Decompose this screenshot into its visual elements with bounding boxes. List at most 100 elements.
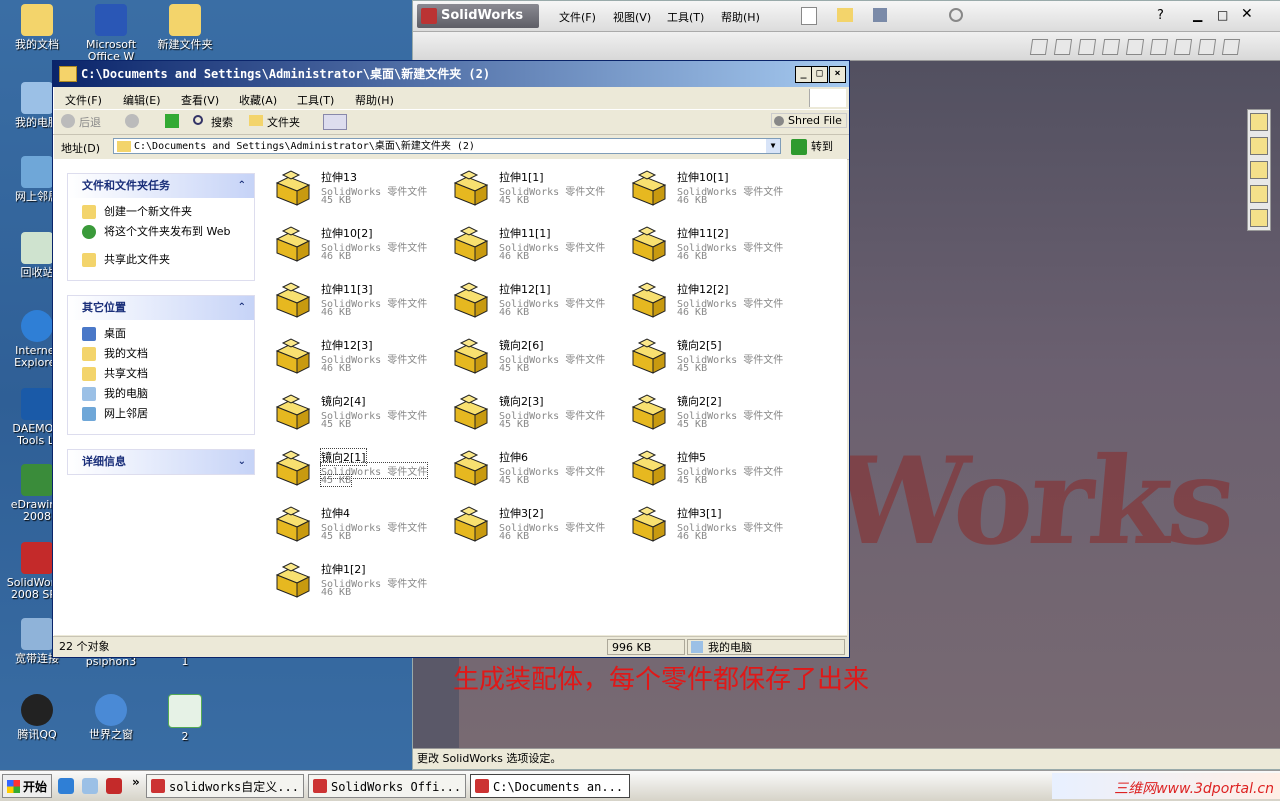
sw-menu-help[interactable]: 帮助(H) — [721, 9, 760, 25]
file-item[interactable]: 拉伸12[1] SolidWorks 零件文件 46 KB — [447, 277, 623, 329]
task-share-folder[interactable]: 共享此文件夹 — [68, 252, 254, 272]
documents-icon — [82, 347, 96, 361]
view-cube-icon[interactable] — [1101, 39, 1121, 55]
view-palette-icon[interactable] — [1250, 185, 1268, 203]
start-button[interactable]: 开始 — [2, 774, 52, 798]
file-item[interactable]: 拉伸13 SolidWorks 零件文件 45 KB — [269, 165, 445, 217]
file-item[interactable]: 镜向2[5] SolidWorks 零件文件 45 KB — [625, 333, 801, 385]
view-cube-icon[interactable] — [1029, 39, 1049, 55]
computer-quicklaunch-icon[interactable] — [82, 778, 98, 794]
menu-help[interactable]: 帮助(H) — [355, 92, 394, 108]
task-publish-web[interactable]: 将这个文件夹发布到 Web — [68, 224, 254, 252]
file-item[interactable]: 拉伸11[3] SolidWorks 零件文件 46 KB — [269, 277, 445, 329]
menu-edit[interactable]: 编辑(E) — [123, 92, 161, 108]
maximize-button[interactable]: □ — [811, 66, 828, 83]
view-cube-icon[interactable] — [1125, 39, 1145, 55]
desktop-icon-theworld[interactable]: 世界之窗 — [76, 694, 146, 741]
undo-icon[interactable] — [949, 8, 963, 22]
place-shared-documents[interactable]: 共享文档 — [68, 366, 254, 386]
desktop-icon-new-folder[interactable]: 新建文件夹 — [150, 4, 220, 51]
close-icon[interactable]: ✕ — [1241, 6, 1253, 22]
forward-button[interactable] — [125, 114, 139, 128]
taskbar-item-solidworks[interactable]: SolidWorks Offi... — [308, 774, 466, 798]
file-item[interactable]: 拉伸10[2] SolidWorks 零件文件 46 KB — [269, 221, 445, 273]
place-network[interactable]: 网上邻居 — [68, 406, 254, 426]
folder-icon — [249, 115, 263, 126]
place-desktop[interactable]: 桌面 — [68, 326, 254, 346]
file-item[interactable]: 拉伸6 SolidWorks 零件文件 45 KB — [447, 445, 623, 497]
back-button[interactable]: 后退 — [61, 114, 101, 130]
file-item[interactable]: 拉伸12[3] SolidWorks 零件文件 46 KB — [269, 333, 445, 385]
file-item[interactable]: 镜向2[2] SolidWorks 零件文件 45 KB — [625, 389, 801, 441]
file-item[interactable]: 镜向2[6] SolidWorks 零件文件 45 KB — [447, 333, 623, 385]
back-arrow-icon — [61, 114, 75, 128]
desktop-icon-qq[interactable]: 腾讯QQ — [2, 694, 72, 741]
desktop-icon-2[interactable]: 2 — [150, 694, 220, 743]
view-cube-icon[interactable] — [1149, 39, 1169, 55]
sw-menu-view[interactable]: 视图(V) — [613, 9, 651, 25]
views-button[interactable] — [323, 114, 347, 130]
design-library-icon[interactable] — [1250, 137, 1268, 155]
go-button[interactable]: 转到 — [789, 138, 841, 156]
shred-file-button[interactable]: Shred File — [771, 113, 847, 128]
file-item[interactable]: 拉伸12[2] SolidWorks 零件文件 46 KB — [625, 277, 801, 329]
save-icon[interactable] — [873, 8, 887, 22]
file-tasks-header[interactable]: 文件和文件夹任务 ⌃ — [68, 174, 254, 198]
search-button[interactable]: 搜索 — [193, 114, 233, 130]
up-folder-icon[interactable] — [165, 114, 179, 128]
menu-file[interactable]: 文件(F) — [65, 92, 102, 108]
chevron-down-icon[interactable]: ▼ — [766, 139, 780, 153]
file-item[interactable]: 拉伸3[1] SolidWorks 零件文件 46 KB — [625, 501, 801, 553]
sw-menu-tools[interactable]: 工具(T) — [667, 9, 704, 25]
file-item[interactable]: 镜向2[4] SolidWorks 零件文件 45 KB — [269, 389, 445, 441]
desktop-icon-word[interactable]: Microsoft Office W — [76, 4, 146, 63]
collapse-icon[interactable]: ⌃ — [238, 174, 246, 198]
file-explorer-icon[interactable] — [1250, 161, 1268, 179]
view-cube-icon[interactable] — [1053, 39, 1073, 55]
close-button[interactable]: × — [829, 66, 846, 83]
sw-menu-file[interactable]: 文件(F) — [559, 9, 596, 25]
view-cube-icon[interactable] — [1077, 39, 1097, 55]
file-item[interactable]: 拉伸3[2] SolidWorks 零件文件 46 KB — [447, 501, 623, 553]
menu-tools[interactable]: 工具(T) — [297, 92, 334, 108]
home-icon[interactable] — [1250, 113, 1268, 131]
file-item[interactable]: 拉伸4 SolidWorks 零件文件 45 KB — [269, 501, 445, 553]
appearance-icon[interactable] — [1250, 209, 1268, 227]
view-cube-icon[interactable] — [1197, 39, 1217, 55]
file-item[interactable]: 拉伸11[1] SolidWorks 零件文件 46 KB — [447, 221, 623, 273]
desktop-icon-my-documents[interactable]: 我的文档 — [2, 4, 72, 51]
view-cube-icon[interactable] — [1221, 39, 1241, 55]
taskbar-item-explorer[interactable]: C:\Documents an... — [470, 774, 630, 798]
other-places-header[interactable]: 其它位置 ⌃ — [68, 296, 254, 320]
file-item[interactable]: 镜向2[1] SolidWorks 零件文件 45 KB — [269, 445, 445, 497]
maximize-icon[interactable]: □ — [1217, 8, 1228, 22]
help-icon[interactable]: ? — [1157, 8, 1164, 23]
file-item[interactable]: 拉伸5 SolidWorks 零件文件 45 KB — [625, 445, 801, 497]
menu-favorites[interactable]: 收藏(A) — [239, 92, 277, 108]
minimize-icon[interactable]: ▁ — [1193, 8, 1202, 22]
taskbar-item-browser[interactable]: solidworks自定义... — [146, 774, 304, 798]
open-folder-icon[interactable] — [837, 8, 853, 22]
file-item[interactable]: 拉伸1[2] SolidWorks 零件文件 46 KB — [269, 557, 445, 609]
solidworks-logo[interactable]: SolidWorks — [417, 4, 539, 28]
menu-view[interactable]: 查看(V) — [181, 92, 219, 108]
chevron-more-icon[interactable]: » — [132, 775, 140, 789]
file-item[interactable]: 镜向2[3] SolidWorks 零件文件 45 KB — [447, 389, 623, 441]
address-input[interactable]: C:\Documents and Settings\Administrator\… — [113, 138, 781, 154]
folders-button[interactable]: 文件夹 — [249, 114, 300, 130]
collapse-icon[interactable]: ⌃ — [238, 296, 246, 320]
place-my-computer[interactable]: 我的电脑 — [68, 386, 254, 406]
file-item[interactable]: 拉伸1[1] SolidWorks 零件文件 45 KB — [447, 165, 623, 217]
minimize-button[interactable]: _ — [795, 66, 812, 83]
file-item[interactable]: 拉伸10[1] SolidWorks 零件文件 46 KB — [625, 165, 801, 217]
expand-icon[interactable]: ⌄ — [238, 450, 246, 474]
task-new-folder[interactable]: 创建一个新文件夹 — [68, 204, 254, 224]
view-cube-icon[interactable] — [1173, 39, 1193, 55]
explorer-title-bar[interactable]: C:\Documents and Settings\Administrator\… — [53, 61, 849, 87]
place-my-documents[interactable]: 我的文档 — [68, 346, 254, 366]
solidworks-quicklaunch-icon[interactable] — [106, 778, 122, 794]
file-item[interactable]: 拉伸11[2] SolidWorks 零件文件 46 KB — [625, 221, 801, 273]
details-header[interactable]: 详细信息 ⌄ — [68, 450, 254, 474]
ie-quicklaunch-icon[interactable] — [58, 778, 74, 794]
new-document-icon[interactable] — [801, 7, 817, 25]
